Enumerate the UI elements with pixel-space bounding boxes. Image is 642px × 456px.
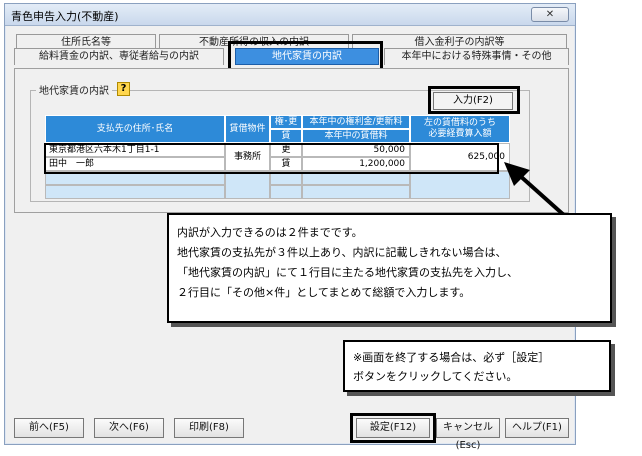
cancel-button[interactable]: キャンセル(Esc) [436,418,500,451]
cell-property-empty[interactable] [225,171,270,199]
tab-special-circumstances[interactable]: 本年中における特殊事情・その他 [384,48,569,65]
header-amount-bottom: 本年中の賃借料 [302,129,410,143]
cell-amount-bottom-empty[interactable] [302,185,410,199]
help-icon[interactable]: ? [117,82,130,96]
help-button[interactable]: ヘルプ(F1) [505,418,569,438]
callout2-line: ※画面を終了する場合は、必ず［設定］ [353,351,550,364]
callout2-line: ボタンをクリックしてください。 [353,370,518,383]
print-button[interactable]: 印刷(F8) [174,418,244,438]
callout-breakdown-note: 内訳が入力できるのは２件までです。 地代家賃の支払先が３件以上あり、内訳に記載し… [167,213,612,323]
header-type-top: 権･更 [270,115,302,129]
next-button[interactable]: 次へ(F6) [94,418,164,438]
callout1-line: ２行目に「その他×件」としてまとめて総額で入力します。 [177,286,471,299]
group-label: 地代家賃の内訳 [36,82,112,97]
header-deductible: 左の賃借料のうち 必要経費算入額 [410,115,510,143]
header-type-bottom: 賃 [270,129,302,143]
active-tab-highlight [228,41,383,71]
callout-settings-note: ※画面を終了する場合は、必ず［設定］ ボタンをクリックしてください。 [343,340,611,392]
header-property: 賃借物件 [225,115,270,143]
prev-button[interactable]: 前へ(F5) [14,418,84,438]
input-button[interactable]: 入力(F2) [433,92,513,110]
header-amount-top: 本年中の権利金/更新料 [302,115,410,129]
close-button[interactable]: ✕ [531,7,569,22]
settings-button[interactable]: 設定(F12) [356,418,430,438]
window-title: 青色申告入力(不動産) [11,10,119,23]
tab-salary-breakdown[interactable]: 給料賃金の内訳、専従者給与の内訳 [14,48,224,65]
title-bar: 青色申告入力(不動産) ✕ [5,4,575,26]
callout1-line: 地代家賃の支払先が３件以上あり、内訳に記載しきれない場合は、 [177,246,507,259]
header-payee: 支払先の住所･氏名 [45,115,225,143]
cell-name-empty[interactable] [45,185,225,199]
row-highlight [44,143,499,174]
cell-type-bottom-empty[interactable] [270,185,302,199]
cell-deductible-empty[interactable] [410,171,510,199]
callout1-line: 内訳が入力できるのは２件までです。 [177,226,363,239]
callout1-line: 「地代家賃の内訳」にて１行目に主たる地代家賃の支払先を入力し、 [177,266,518,279]
